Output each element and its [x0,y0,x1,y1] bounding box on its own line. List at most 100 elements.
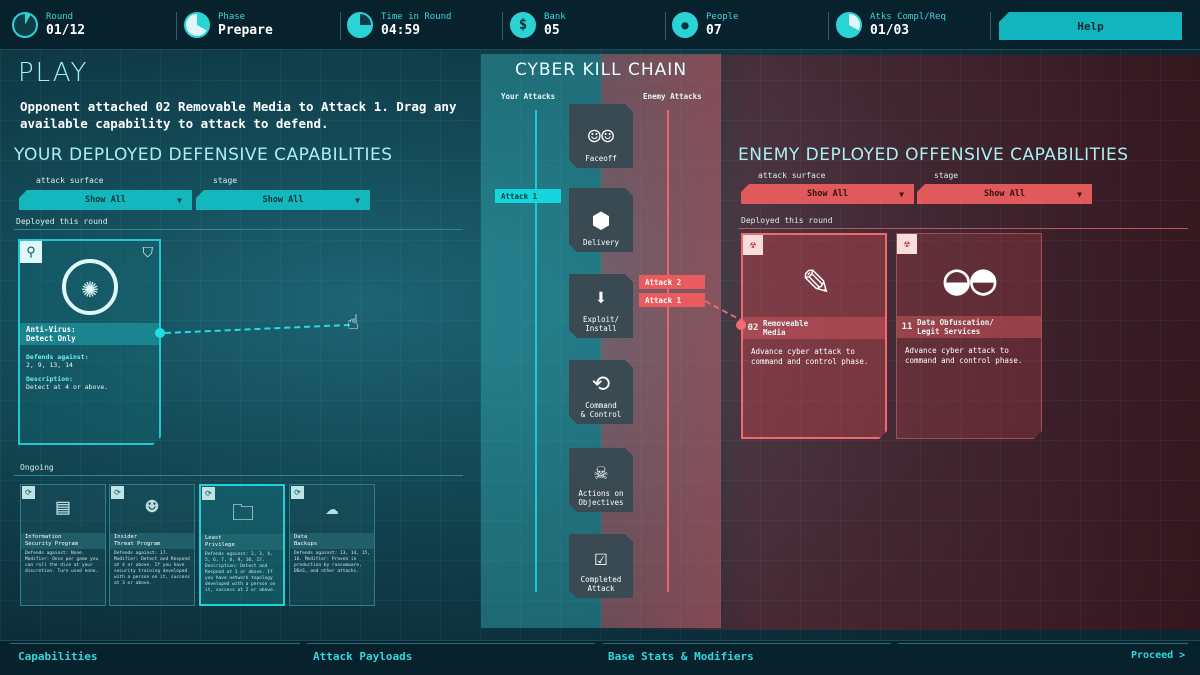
kill-chain-panel: CYBER KILL CHAIN Your Attacks Enemy Atta… [481,54,721,628]
divider [176,12,177,40]
filter-label: stage [934,171,959,180]
divider [10,643,300,644]
timer-pie-icon [347,12,373,38]
divider [665,12,666,40]
stat-value: 04:59 [381,22,421,38]
card-title-bar: 11 Data Obfuscation/ Legit Services [897,316,1041,338]
stat-bank: $ Bank 05 [510,9,566,41]
checkbox-icon: ☑ [594,546,608,571]
attack-payloads-link[interactable]: Attack Payloads [313,650,412,663]
ongoing-card-title: Information Security Program [21,533,105,549]
card-title-line: Detect Only [26,334,76,343]
refresh-icon: ⟳ [111,486,124,499]
stage-dropdown[interactable]: Show All ▼ [196,190,370,210]
removable-media-card[interactable]: ☢ ✎ 02 Removeable Media Advance cyber att… [741,233,887,439]
stage-label: Command & Control [580,401,622,419]
ongoing-card-title: Insider Threat Program [110,533,194,549]
magnifier-icon: ⚲ [20,241,42,263]
ongoing-card[interactable]: ⟳ 🗀 Least Privilege Defends against: 2, … [199,484,285,606]
enemy-attack-tag[interactable]: Attack 1 [639,293,705,307]
stat-value: Prepare [218,22,273,38]
defends-value: 2, 9, 13, 14 [26,361,73,369]
dropdown-value: Show All [984,189,1025,199]
stage-exploit[interactable]: ⬇ Exploit/ Install [569,274,633,338]
card-number: 11 [901,321,913,332]
divider [340,12,341,40]
anti-virus-card[interactable]: ⚲ ⛉ ✺ Anti-Virus: Detect Only Defends aga… [18,239,161,445]
enemy-attacks-label: Enemy Attacks [643,92,702,101]
divider [603,643,891,644]
stat-label: Phase [218,11,246,22]
attacks-pie-icon [836,12,862,38]
enemy-stage-dropdown[interactable]: Show All ▼ [917,184,1092,204]
stage-command-control[interactable]: ⟲ Command & Control [569,360,633,424]
ongoing-card-title: Data Backups [290,533,374,549]
capabilities-link[interactable]: Capabilities [18,650,97,663]
faceoff-icon: ☺☺ [587,125,615,150]
defense-heading: YOUR DEPLOYED DEFENSIVE CAPABILITIES [14,145,393,165]
stage-actions-objectives[interactable]: ☠ Actions on Objectives [569,448,633,512]
stage-faceoff[interactable]: ☺☺ Faceoff [569,104,633,168]
stage-label: Actions on Objectives [578,489,624,507]
stage-delivery[interactable]: ⬢ Delivery [569,188,633,252]
enemy-attack-surface-dropdown[interactable]: Show All ▼ [741,184,914,204]
card-description: Description: Detect at 4 or above. [26,375,155,391]
card-description: Advance cyber attack to command and cont… [751,347,869,366]
divider [990,12,991,40]
chevron-down-icon: ▼ [1077,189,1082,199]
stat-label: Atks Compl/Req [870,11,946,22]
connector-dot[interactable] [155,328,165,338]
phase-pie-icon [184,12,210,38]
ongoing-card-title: Least Privilege [201,534,283,550]
enemy-attack-tag[interactable]: Attack 2 [639,275,705,289]
mask-icon: ◒◓ [943,254,997,305]
ongoing-card-desc: Defends against: 2, 3, 4, 5, 6, 7, 8, 9,… [205,552,276,593]
ongoing-card-desc: Defends against: None. Modifier: Once pe… [25,551,99,574]
kill-chain-title: CYBER KILL CHAIN [514,60,688,80]
stat-label: Time in Round [381,11,452,22]
deployed-label: Deployed this round [16,217,108,226]
person-icon: ● [672,12,698,38]
cloud-backup-icon: ☁ [325,495,339,520]
divider [14,229,463,230]
ongoing-card[interactable]: ⟳ ☻ Insider Threat Program Defends again… [109,484,195,606]
defends-label: Defends against: [26,353,89,361]
chevron-down-icon: ▼ [177,195,182,205]
card-title-bar: 02 Removeable Media [743,317,885,339]
hacker-icon: ☢ [743,235,763,255]
connector-dot[interactable] [736,320,746,330]
stat-round: Round 01/12 [12,9,85,41]
command-icon: ⟲ [591,372,611,397]
dropdown-value: Show All [807,189,848,199]
description-value: Detect at 4 or above. [26,383,109,391]
proceed-button[interactable]: Proceed > [1131,650,1185,661]
insider-icon: ☻ [145,495,159,520]
stat-label: Bank [544,11,566,22]
divider [828,12,829,40]
divider [738,228,1188,229]
ongoing-card[interactable]: ⟳ ☁ Data Backups Defends against: 13, 14… [289,484,375,606]
usb-drive-icon: ✎ [802,255,830,306]
ongoing-card[interactable]: ⟳ ▤ Information Security Program Defends… [20,484,106,606]
data-obfuscation-card[interactable]: ☢ ◒◓ 11 Data Obfuscation/ Legit Services … [896,233,1042,439]
enemy-track-line [667,110,669,592]
dropdown-value: Show All [262,195,304,205]
attack-surface-dropdown[interactable]: Show All ▼ [19,190,192,210]
your-attack-tag[interactable]: Attack 1 [495,189,561,203]
divider [14,475,463,476]
stage-label: Exploit/ Install [582,315,620,333]
stat-time: Time in Round 04:59 [347,9,451,41]
divider [502,12,503,40]
stage-completed[interactable]: ☑ Completed Attack [569,534,633,598]
divider [307,643,595,644]
card-number: 02 [747,322,759,333]
hacker-icon: ☢ [897,234,917,254]
card-defends: Defends against: 2, 9, 13, 14 [26,353,155,369]
stat-value: 07 [706,22,722,38]
base-stats-link[interactable]: Base Stats & Modifiers [608,650,754,663]
your-track-line [535,110,537,592]
instruction-text: Opponent attached 02 Removable Media to … [20,99,457,131]
folder-lock-icon: 🗀 [231,501,254,526]
help-button[interactable]: Help [999,12,1182,40]
card-title: Removeable Media [763,319,809,337]
